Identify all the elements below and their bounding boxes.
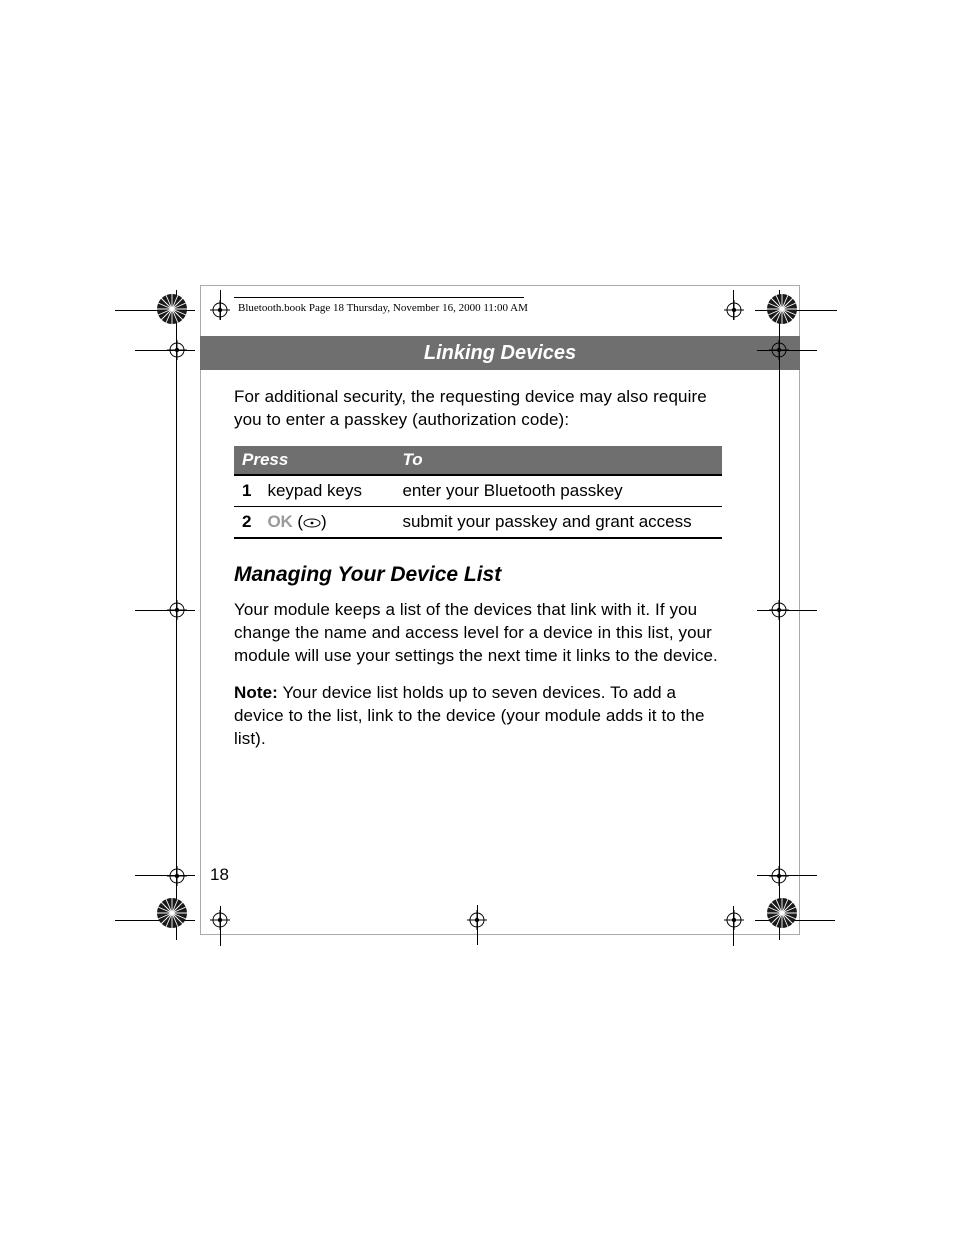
table-header-row: Press To: [234, 446, 722, 475]
registration-mark-icon: [167, 340, 187, 360]
ok-softkey-label: OK: [267, 512, 292, 531]
note-paragraph: Note: Your device list holds up to seven…: [234, 682, 722, 751]
section-heading: Managing Your Device List: [234, 563, 722, 587]
registration-starburst-icon: [155, 896, 189, 930]
step-number: 2: [234, 506, 259, 538]
softkey-icon: (): [297, 512, 326, 532]
header-rule: [234, 297, 524, 298]
intro-paragraph: For additional security, the requesting …: [234, 386, 722, 432]
table-row: 2 OK () submit your passkey and grant ac…: [234, 506, 722, 538]
page-number: 18: [210, 865, 229, 885]
registration-mark-icon: [769, 340, 789, 360]
table-row: 1 keypad keys enter your Bluetooth passk…: [234, 475, 722, 507]
registration-mark-icon: [467, 910, 487, 930]
note-label: Note:: [234, 683, 278, 702]
to-cell: submit your passkey and grant access: [394, 506, 722, 538]
registration-mark-icon: [724, 300, 744, 320]
registration-mark-icon: [210, 300, 230, 320]
press-cell: OK (): [259, 506, 394, 538]
press-cell: keypad keys: [259, 475, 394, 507]
registration-mark-icon: [167, 600, 187, 620]
registration-mark-icon: [167, 866, 187, 886]
registration-mark-icon: [210, 910, 230, 930]
to-cell: enter your Bluetooth passkey: [394, 475, 722, 507]
note-text: Your device list holds up to seven devic…: [234, 683, 705, 748]
registration-mark-icon: [769, 600, 789, 620]
running-head: Bluetooth.book Page 18 Thursday, Novembe…: [238, 302, 528, 314]
body-content: For additional security, the requesting …: [234, 386, 722, 765]
registration-starburst-icon: [765, 292, 799, 326]
col-press: Press: [234, 446, 394, 475]
section-paragraph: Your module keeps a list of the devices …: [234, 599, 722, 668]
col-to: To: [394, 446, 722, 475]
step-number: 1: [234, 475, 259, 507]
registration-mark-icon: [724, 910, 744, 930]
instruction-table: Press To 1 keypad keys enter your Blueto…: [234, 446, 722, 540]
registration-starburst-icon: [155, 292, 189, 326]
chapter-title-banner: Linking Devices: [200, 336, 800, 370]
registration-starburst-icon: [765, 896, 799, 930]
registration-mark-icon: [769, 866, 789, 886]
